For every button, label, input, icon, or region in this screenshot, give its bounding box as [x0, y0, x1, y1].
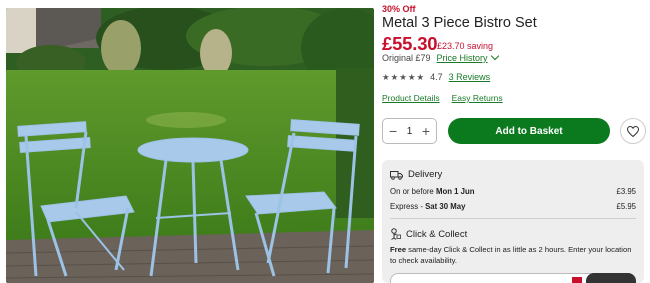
- current-price: £55.30: [382, 33, 438, 54]
- panel-divider: [390, 218, 636, 219]
- price-history-link[interactable]: Price History: [436, 51, 499, 63]
- easy-returns-link[interactable]: Easy Returns: [452, 93, 503, 103]
- half-star-icon: ★: [416, 72, 425, 82]
- fulfilment-panel: Delivery On or before Mon 1 Jun £3.95 Ex…: [382, 160, 644, 283]
- delivery-truck-icon: [390, 170, 403, 180]
- reviews-link[interactable]: 3 Reviews: [449, 72, 491, 82]
- delivery-heading: Delivery: [390, 169, 442, 180]
- discount-badge: 30% Off: [382, 4, 416, 14]
- info-links: Product Details Easy Returns: [382, 93, 503, 103]
- plus-icon[interactable]: +: [422, 124, 430, 138]
- minus-icon[interactable]: −: [389, 124, 397, 138]
- delivery-option: On or before Mon 1 Jun £3.95: [390, 187, 636, 196]
- quantity-value[interactable]: 1: [407, 126, 413, 137]
- product-info: 30% Off Metal 3 Piece Bistro Set £55.30 …: [382, 0, 646, 283]
- heart-icon: [627, 125, 639, 137]
- star-icon: ★: [390, 72, 399, 82]
- price-history-label: Price History: [436, 53, 488, 63]
- delivery-option-price: £3.95: [616, 187, 636, 196]
- bistro-set-photo: [6, 8, 374, 283]
- delivery-option: Express - Sat 30 May £5.95: [390, 202, 636, 211]
- saving-amount: £23.70 saving: [437, 41, 494, 51]
- rating-row: ★ ★ ★ ★ ★ 4.7 3 Reviews: [382, 72, 490, 82]
- click-collect-free: Free: [390, 245, 407, 254]
- star-icon: ★: [399, 72, 407, 82]
- chevron-down-icon: [490, 51, 499, 61]
- location-pin-icon: [572, 277, 582, 283]
- click-collect-description: Free same-day Click & Collect in as litt…: [390, 244, 638, 266]
- star-icon: ★: [407, 72, 416, 82]
- product-details-link[interactable]: Product Details: [382, 93, 440, 103]
- delivery-option-price: £5.95: [616, 202, 636, 211]
- delivery-option-date: Sat 30 May: [425, 202, 466, 211]
- wishlist-button[interactable]: [620, 118, 646, 144]
- delivery-option-date: Mon 1 Jun: [435, 187, 475, 196]
- delivery-option-label: On or before Mon 1 Jun: [390, 187, 475, 196]
- original-price-row: Original £79 Price History: [382, 51, 499, 63]
- click-collect-icon: [391, 228, 401, 240]
- check-location-button[interactable]: [586, 273, 636, 283]
- click-collect-heading: Click & Collect: [390, 228, 467, 240]
- product-image[interactable]: [6, 8, 374, 283]
- original-price: Original £79: [382, 53, 431, 63]
- rating-stars: ★ ★ ★ ★ ★: [382, 72, 424, 82]
- rating-value: 4.7: [430, 72, 443, 82]
- product-title: Metal 3 Piece Bistro Set: [382, 15, 537, 31]
- click-collect-heading-label: Click & Collect: [406, 228, 468, 240]
- delivery-option-label: Express - Sat 30 May: [390, 202, 465, 211]
- add-to-basket-button[interactable]: Add to Basket: [448, 118, 610, 144]
- star-icon: ★: [382, 72, 390, 82]
- quantity-stepper: − 1 +: [382, 118, 437, 144]
- click-collect-details: same-day Click & Collect in as little as…: [390, 245, 632, 265]
- delivery-option-prefix: On or before: [390, 187, 436, 196]
- delivery-heading-label: Delivery: [408, 169, 443, 180]
- delivery-option-prefix: Express -: [390, 202, 426, 211]
